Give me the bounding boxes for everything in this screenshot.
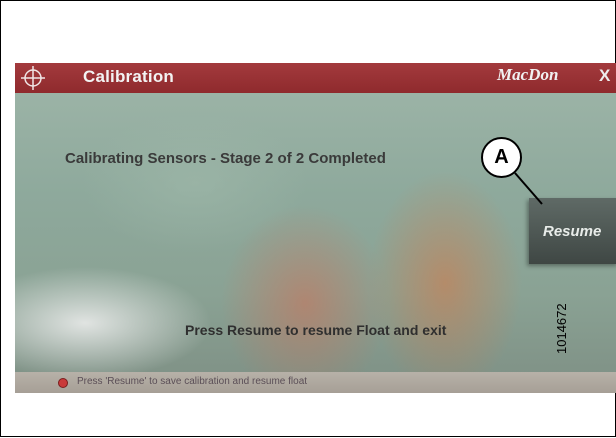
instruction-text: Press Resume to resume Float and exit [185,322,447,338]
callout-label: A [481,137,522,178]
screen-photo: Calibration MacDon X Calibrating Sensors… [15,63,616,393]
close-button[interactable]: X [599,66,610,86]
calibration-status: Calibrating Sensors - Stage 2 of 2 Compl… [65,150,386,167]
figure-id: 1014672 [554,303,569,354]
window-title: Calibration [83,67,174,86]
crosshair-icon [21,66,45,90]
alert-dot-icon [58,378,68,388]
status-bar-message: Press 'Resume' to save calibration and r… [77,376,308,387]
title-bar: Calibration MacDon X [15,63,616,93]
resume-button[interactable]: Resume [529,198,616,264]
brand-logo: MacDon [497,65,559,84]
figure-frame: Calibration MacDon X Calibrating Sensors… [0,0,616,437]
